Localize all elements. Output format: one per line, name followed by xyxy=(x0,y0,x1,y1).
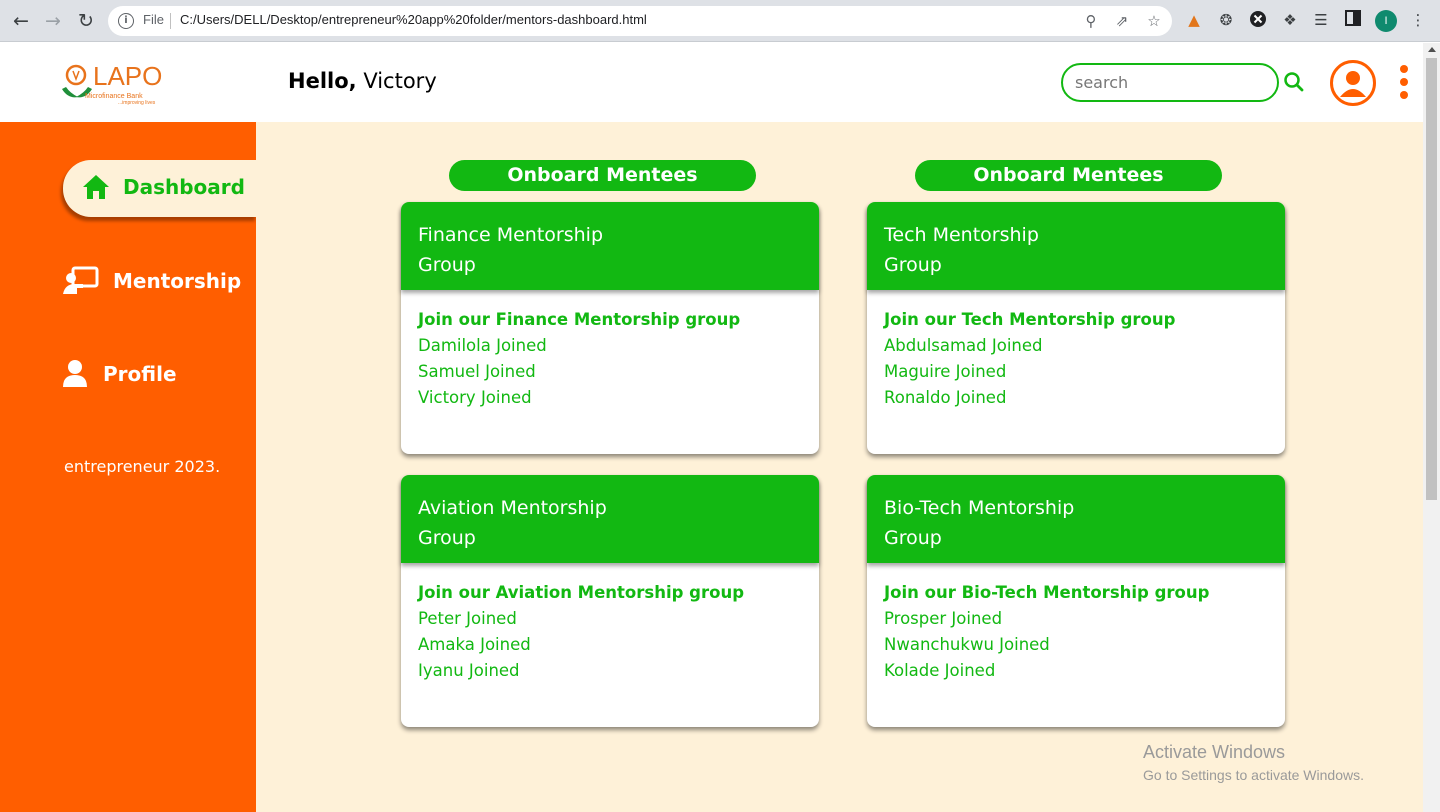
side-panel-icon[interactable] xyxy=(1343,10,1363,30)
member-item: Victory Joined xyxy=(418,388,532,407)
join-group-link[interactable]: Join our Finance Mentorship group xyxy=(418,307,808,333)
group-card-biotech[interactable]: Bio-Tech Mentorship Group Join our Bio-Te… xyxy=(867,475,1285,727)
zoom-icon[interactable]: ⚲ xyxy=(1082,12,1100,30)
card-body: Join our Tech Mentorship group Abdulsama… xyxy=(884,307,1274,411)
activation-watermark-title: Activate Windows xyxy=(1143,742,1286,762)
reload-icon[interactable]: ↻ xyxy=(74,9,98,33)
member-item: Kolade Joined xyxy=(884,661,996,680)
more-options-icon[interactable] xyxy=(1396,65,1412,99)
search-icon[interactable] xyxy=(1283,71,1305,93)
back-arrow-icon[interactable]: ← xyxy=(9,9,33,33)
card-body: Join our Finance Mentorship group Damilo… xyxy=(418,307,808,411)
sidebar-item-label: Profile xyxy=(103,362,177,386)
mentorship-icon xyxy=(63,266,99,298)
share-icon[interactable]: ⇗ xyxy=(1113,12,1131,30)
greeting-prefix: Hello, xyxy=(288,69,357,93)
card-title: Tech Mentorship Group xyxy=(884,224,1039,276)
page-scrollbar[interactable] xyxy=(1423,43,1440,812)
bookmark-star-icon[interactable]: ☆ xyxy=(1145,12,1163,30)
search-input[interactable] xyxy=(1061,63,1279,102)
group-card-aviation[interactable]: Aviation Mentorship Group Join our Aviati… xyxy=(401,475,819,727)
browser-profile-avatar[interactable]: I xyxy=(1375,10,1397,32)
member-item: Nwanchukwu Joined xyxy=(884,635,1050,654)
sidebar-item-profile[interactable]: Profile xyxy=(63,357,253,393)
card-header: Aviation Mentorship Group xyxy=(401,475,819,563)
info-icon[interactable]: i xyxy=(118,13,134,29)
sidebar-item-label: Mentorship xyxy=(113,269,242,293)
url-text[interactable]: C:/Users/DELL/Desktop/entrepreneur%20app… xyxy=(180,12,647,27)
group-card-tech[interactable]: Tech Mentorship Group Join our Tech Mento… xyxy=(867,202,1285,454)
member-item: Maguire Joined xyxy=(884,362,1007,381)
card-header: Finance Mentorship Group xyxy=(401,202,819,290)
card-title: Bio-Tech Mentorship Group xyxy=(884,497,1075,549)
member-item: Amaka Joined xyxy=(418,635,531,654)
address-bar[interactable]: i File C:/Users/DELL/Desktop/entrepreneu… xyxy=(108,6,1172,36)
browser-toolbar: ← → ↻ i File C:/Users/DELL/Desktop/entre… xyxy=(0,0,1440,42)
card-header: Tech Mentorship Group xyxy=(867,202,1285,290)
sidebar-item-mentorship[interactable]: Mentorship xyxy=(63,264,253,300)
sidebar-item-dashboard[interactable]: Dashboard xyxy=(63,160,257,217)
media-queue-icon[interactable]: ☰ xyxy=(1311,10,1331,30)
member-item: Damilola Joined xyxy=(418,336,547,355)
logo-subtext: Microfinance Bank xyxy=(85,93,143,100)
forward-arrow-icon[interactable]: → xyxy=(41,9,65,33)
extensions-puzzle-icon[interactable]: ❖ xyxy=(1280,10,1300,30)
member-item: Samuel Joined xyxy=(418,362,536,381)
join-group-link[interactable]: Join our Aviation Mentorship group xyxy=(418,580,808,606)
card-title: Aviation Mentorship Group xyxy=(418,497,607,549)
greeting: Hello, Victory xyxy=(288,69,437,93)
browser-menu-icon[interactable]: ⋮ xyxy=(1408,10,1428,30)
logo-tagline: ...improving lives xyxy=(118,100,156,106)
sidebar-footer: entrepreneur 2023. xyxy=(64,457,221,476)
column-heading: Onboard Mentees xyxy=(449,160,756,191)
card-title: Finance Mentorship Group xyxy=(418,224,604,276)
scroll-up-arrow-icon[interactable] xyxy=(1428,47,1436,52)
member-item: Prosper Joined xyxy=(884,609,1003,628)
omnibox-divider xyxy=(170,13,171,29)
metamask-extension-icon[interactable]: ▲ xyxy=(1184,10,1204,30)
scheme-label: File xyxy=(143,12,164,27)
sidebar-item-label: Dashboard xyxy=(123,175,245,199)
home-icon xyxy=(81,173,111,201)
group-card-finance[interactable]: Finance Mentorship Group Join our Finance… xyxy=(401,202,819,454)
member-item: Abdulsamad Joined xyxy=(884,336,1043,355)
bug-extension-icon[interactable]: ❂ xyxy=(1216,10,1236,30)
member-item: Ronaldo Joined xyxy=(884,388,1007,407)
lapo-logo[interactable]: LAPO Microfinance Bank ...improving live… xyxy=(60,61,175,106)
member-item: Peter Joined xyxy=(418,609,517,628)
card-body: Join our Bio-Tech Mentorship group Prosp… xyxy=(884,580,1274,684)
greeting-name: Victory xyxy=(363,69,437,93)
app-header: LAPO Microfinance Bank ...improving live… xyxy=(0,43,1423,122)
x-extension-icon[interactable] xyxy=(1248,10,1268,30)
column-heading: Onboard Mentees xyxy=(915,160,1222,191)
user-icon xyxy=(63,359,87,391)
member-item: Iyanu Joined xyxy=(418,661,520,680)
sidebar: Dashboard Mentorship Profile entrepreneu… xyxy=(0,122,257,812)
card-header: Bio-Tech Mentorship Group xyxy=(867,475,1285,563)
card-body: Join our Aviation Mentorship group Peter… xyxy=(418,580,808,684)
logo-wordmark: LAPO xyxy=(93,61,163,91)
user-avatar-icon[interactable] xyxy=(1330,60,1376,106)
join-group-link[interactable]: Join our Tech Mentorship group xyxy=(884,307,1274,333)
join-group-link[interactable]: Join our Bio-Tech Mentorship group xyxy=(884,580,1274,606)
activation-watermark-subtitle: Go to Settings to activate Windows. xyxy=(1143,767,1364,783)
main-content: Onboard Mentees Onboard Mentees Finance … xyxy=(256,122,1423,812)
scrollbar-thumb[interactable] xyxy=(1426,58,1437,500)
